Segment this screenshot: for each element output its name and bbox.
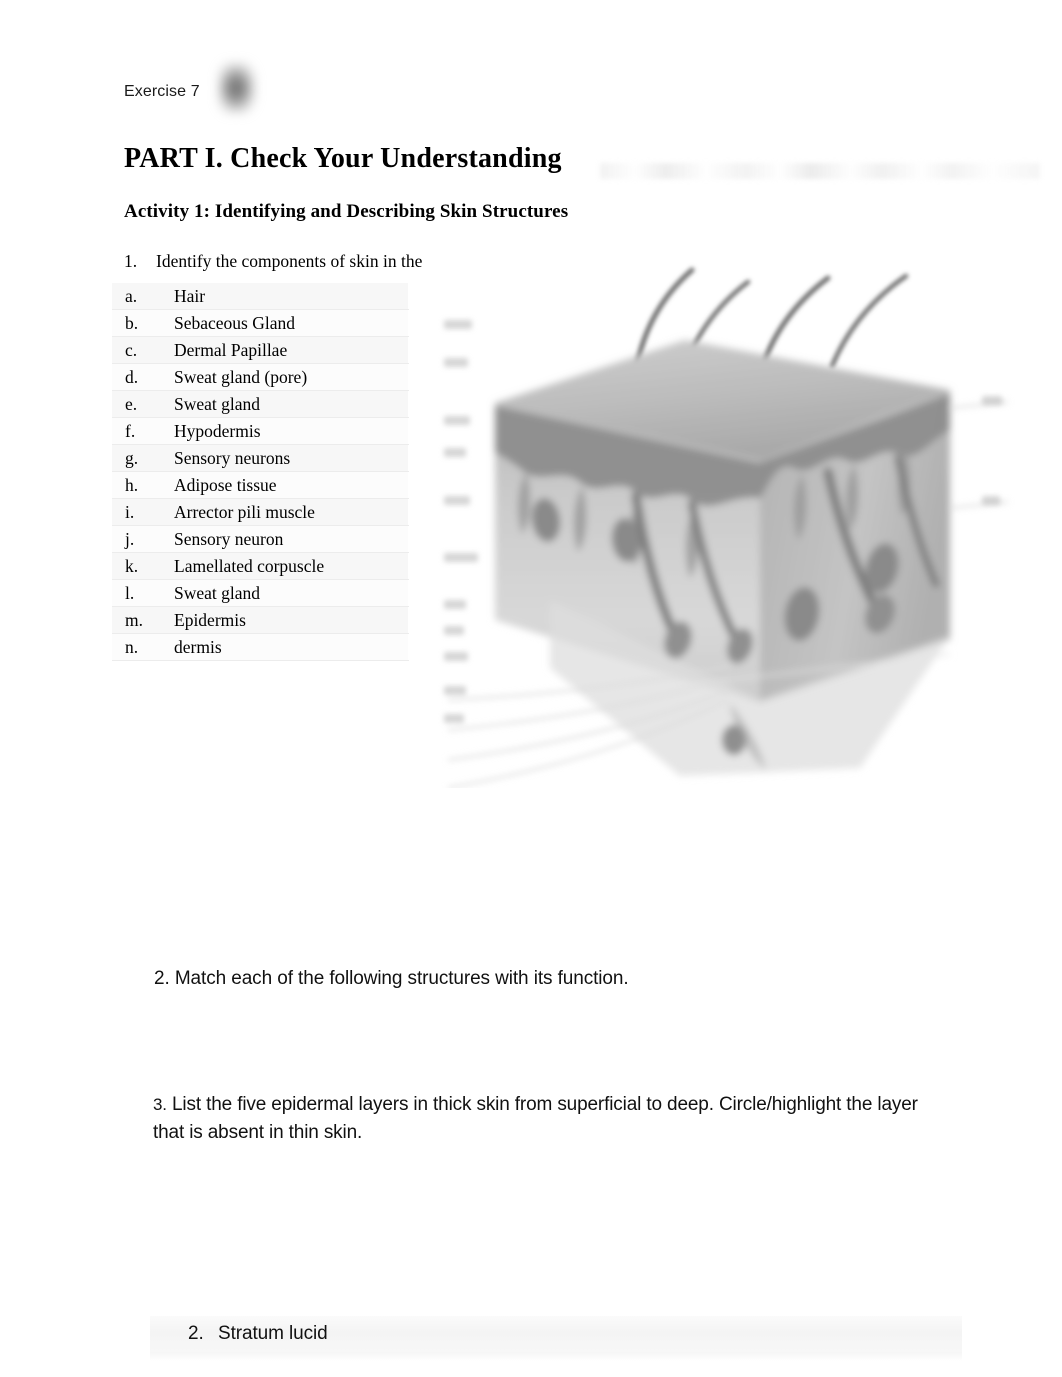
list-item-label: Dermal Papillae	[174, 340, 288, 360]
answer-list-item[interactable]: 2. Stratum lucid	[188, 1321, 328, 1347]
list-item[interactable]: g. Sensory neurons	[112, 445, 409, 472]
figure-label-mark	[444, 416, 470, 425]
activity-title: Activity 1: Identifying and Describing S…	[124, 201, 569, 222]
exercise-header-label: Exercise 7	[124, 83, 200, 100]
list-item-label: Adipose tissue	[174, 475, 277, 495]
faint-background-text	[600, 163, 1040, 179]
question-1: 1. Identify the components of skin in the	[124, 250, 422, 273]
list-item[interactable]: d. Sweat gland (pore)	[112, 364, 409, 391]
list-item-label: Arrector pili muscle	[174, 502, 315, 522]
skin-cross-section-diagram	[430, 248, 1030, 788]
list-item-letter: e.	[125, 394, 138, 414]
figure-label-mark	[444, 714, 464, 723]
list-item-label: Hypodermis	[174, 421, 261, 441]
list-item[interactable]: k. Lamellated corpuscle	[112, 553, 409, 580]
list-item[interactable]: a. Hair	[112, 283, 409, 310]
list-item-letter: h.	[125, 475, 139, 495]
figure-label-mark	[444, 626, 464, 635]
list-item-label: Sweat gland	[174, 394, 261, 414]
component-answer-list: a. Hair b. Sebaceous Gland c. Dermal Papill…	[112, 283, 409, 661]
answer-item-text: Stratum lucid	[218, 1323, 328, 1344]
figure-label-mark	[982, 396, 1002, 405]
list-item[interactable]: c. Dermal Papillae	[112, 337, 409, 364]
figure-label-mark	[444, 448, 466, 457]
list-item[interactable]: l. Sweat gland	[112, 580, 409, 607]
list-item-label: Lamellated corpuscle	[174, 556, 325, 576]
list-item-label: dermis	[174, 637, 222, 657]
figure-label-mark	[444, 320, 472, 329]
list-item[interactable]: b. Sebaceous Gland	[112, 310, 409, 337]
question-1-number: 1.	[124, 251, 138, 271]
answer-item-number: 2.	[188, 1323, 204, 1344]
list-item-letter: d.	[125, 367, 139, 387]
list-item-letter: b.	[125, 313, 139, 333]
figure-label-mark	[444, 652, 468, 661]
figure-label-mark	[444, 553, 478, 562]
list-item-label: Sweat gland	[174, 583, 261, 603]
figure-label-mark	[444, 600, 466, 609]
redaction-smudge-icon	[218, 62, 256, 114]
list-item-letter: j.	[125, 529, 135, 549]
list-item-label: Sebaceous Gland	[174, 313, 296, 333]
document-page: Exercise 7 PART I. Check Your Understand…	[0, 0, 1062, 1377]
list-item-label: Sensory neurons	[174, 448, 291, 468]
question-3-number: 3.	[153, 1095, 167, 1114]
list-item-letter: c.	[125, 340, 138, 360]
list-item[interactable]: h. Adipose tissue	[112, 472, 409, 499]
page-title: PART I. Check Your Understanding	[124, 143, 562, 174]
skin-diagram-graphic	[447, 267, 1009, 788]
question-2: 2. Match each of the following structure…	[154, 968, 629, 989]
list-item-label: Hair	[174, 286, 206, 306]
question-3-text: List the five epidermal layers in thick …	[153, 1094, 918, 1143]
question-3: 3. List the five epidermal layers in thi…	[153, 1091, 943, 1147]
list-item-letter: l.	[125, 583, 135, 603]
list-item[interactable]: f. Hypodermis	[112, 418, 409, 445]
list-item-letter: m.	[125, 610, 143, 630]
list-item[interactable]: i. Arrector pili muscle	[112, 499, 409, 526]
question-1-text: Identify the components of skin in the	[156, 251, 423, 271]
list-item[interactable]: j. Sensory neuron	[112, 526, 409, 553]
list-item-label: Sensory neuron	[174, 529, 284, 549]
list-item[interactable]: m. Epidermis	[112, 607, 409, 634]
list-item[interactable]: n. dermis	[112, 634, 409, 661]
figure-label-mark	[982, 496, 1000, 505]
list-item-letter: i.	[125, 502, 135, 522]
list-item-letter: g.	[125, 448, 139, 468]
list-item-label: Epidermis	[174, 610, 246, 630]
list-item[interactable]: e. Sweat gland	[112, 391, 409, 418]
list-item-letter: k.	[125, 556, 139, 576]
figure-label-mark	[444, 496, 470, 505]
list-item-label: Sweat gland (pore)	[174, 367, 308, 387]
list-item-letter: a.	[125, 286, 138, 306]
figure-label-mark	[444, 358, 468, 367]
list-item-letter: n.	[125, 637, 139, 657]
list-item-letter: f.	[125, 421, 136, 441]
figure-label-mark	[444, 686, 466, 695]
